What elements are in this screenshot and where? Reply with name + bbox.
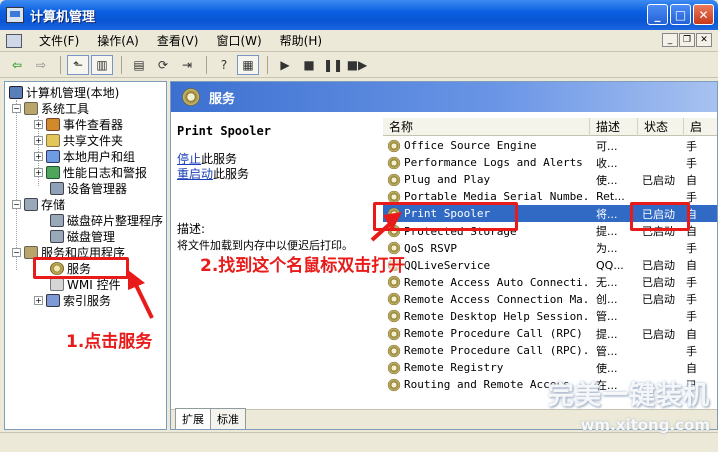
step2-annotation: 2.找到这个名鼠标双击打开 — [200, 256, 406, 276]
step1-annotation: 1.点击服务 — [66, 332, 153, 352]
watermark-brand: 完美一键装机 — [547, 381, 710, 411]
watermark-url: wm.xitong.com — [580, 416, 710, 434]
